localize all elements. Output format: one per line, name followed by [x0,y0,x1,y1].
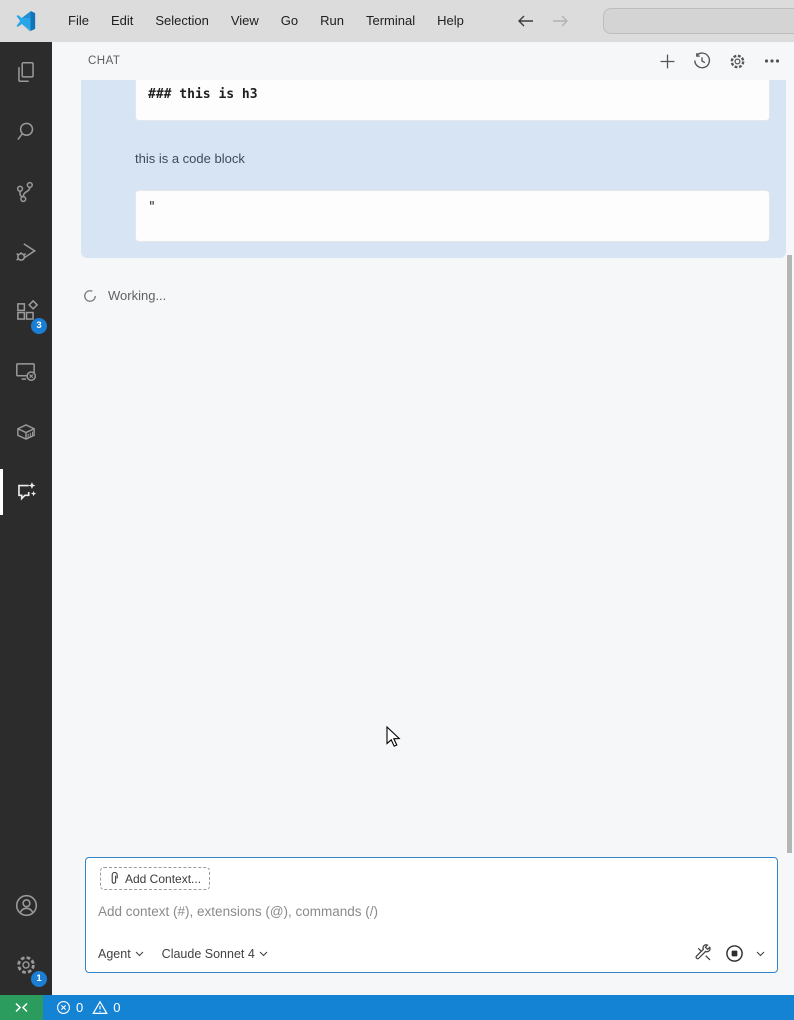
more-actions-button[interactable] [762,51,782,71]
new-chat-button[interactable] [657,51,677,71]
menu-help[interactable]: Help [426,0,475,42]
menu-view[interactable]: View [220,0,270,42]
command-center-search[interactable] [602,8,794,34]
files-icon [18,62,34,82]
spinner-icon [84,289,96,302]
mode-label: Agent [98,946,131,961]
chat-panel-header: CHAT [52,42,794,80]
chat-input-box[interactable]: Add Context... Add context (#), extensio… [85,857,778,973]
chat-panel: CHAT ### this is h3 this is a code block… [52,42,794,995]
user-request-bubble: ### this is h3 this is a code block " [81,80,786,258]
remote-indicator[interactable] [0,995,43,1020]
warning-icon [92,1000,109,1014]
sidebar-item-source-control[interactable] [0,162,52,222]
problems-status[interactable]: 0 0 [56,995,124,1020]
debug-icon [16,243,37,261]
remote-icon [15,1002,28,1013]
vscode-logo-icon [16,11,36,32]
chat-mode-picker[interactable]: Agent [98,947,144,961]
sidebar-item-manage[interactable]: 1 [0,935,52,995]
history-icon [694,52,711,69]
source-control-icon [16,181,33,203]
status-bar: 0 0 [0,995,794,1020]
vscode-window: File Edit Selection View Go Run Terminal… [0,0,794,1020]
sidebar-item-run-debug[interactable] [0,222,52,282]
extensions-badge: 3 [31,318,47,334]
request-text: this is a code block [135,151,245,166]
ellipsis-icon [764,59,780,63]
back-arrow-icon[interactable] [517,14,535,28]
error-count: 0 [76,1000,84,1015]
menu-run[interactable]: Run [309,0,355,42]
vertical-scrollbar[interactable] [787,255,792,853]
add-context-label: Add Context... [125,871,202,886]
activity-bar: 3 1 [0,42,52,995]
stop-button[interactable] [725,944,744,963]
chat-history-button[interactable] [692,51,712,71]
container-icon [17,424,35,440]
model-picker[interactable]: Claude Sonnet 4 [162,947,268,961]
working-label: Working... [108,288,167,303]
chevron-down-icon [135,951,144,956]
code-block[interactable]: ### this is h3 [135,80,770,121]
remote-explorer-icon [16,363,37,381]
forward-arrow-icon [552,15,568,27]
plus-icon [660,54,674,68]
chat-message-list[interactable]: ### this is h3 this is a code block " Wo… [52,80,794,857]
error-icon [57,1001,70,1014]
paperclip-icon [111,871,118,884]
menu-file[interactable]: File [57,0,100,42]
tools-icon[interactable] [694,944,713,963]
code-block[interactable]: " [135,190,770,242]
menu-terminal[interactable]: Terminal [355,0,426,42]
menu-edit[interactable]: Edit [100,0,144,42]
configure-chat-button[interactable] [727,51,747,71]
panel-title: CHAT [88,55,121,67]
send-options-chevron-icon[interactable] [756,951,765,957]
sidebar-item-extensions[interactable]: 3 [0,282,52,342]
title-bar: File Edit Selection View Go Run Terminal… [0,0,794,42]
mouse-cursor [386,726,401,747]
sidebar-item-chat[interactable] [0,462,52,522]
sidebar-item-explorer[interactable] [0,42,52,102]
sidebar-item-accounts[interactable] [0,875,52,935]
sidebar-item-containers[interactable] [0,402,52,462]
chevron-down-icon [259,951,268,956]
gear-icon [730,54,744,68]
chat-sparkle-icon [18,482,37,501]
menu-bar: File Edit Selection View Go Run Terminal… [57,0,475,42]
warning-count: 0 [113,1000,121,1015]
sidebar-item-remote-explorer[interactable] [0,342,52,402]
working-status: Working... [83,288,166,303]
manage-badge: 1 [31,971,47,987]
sidebar-item-search[interactable] [0,102,52,162]
stop-icon [726,945,743,962]
search-icon [17,122,34,141]
menu-go[interactable]: Go [270,0,309,42]
add-context-button[interactable]: Add Context... [100,867,211,890]
model-label: Claude Sonnet 4 [161,946,255,961]
menu-selection[interactable]: Selection [144,0,219,42]
account-icon [15,894,37,916]
chat-input-placeholder[interactable]: Add context (#), extensions (@), command… [98,904,765,919]
